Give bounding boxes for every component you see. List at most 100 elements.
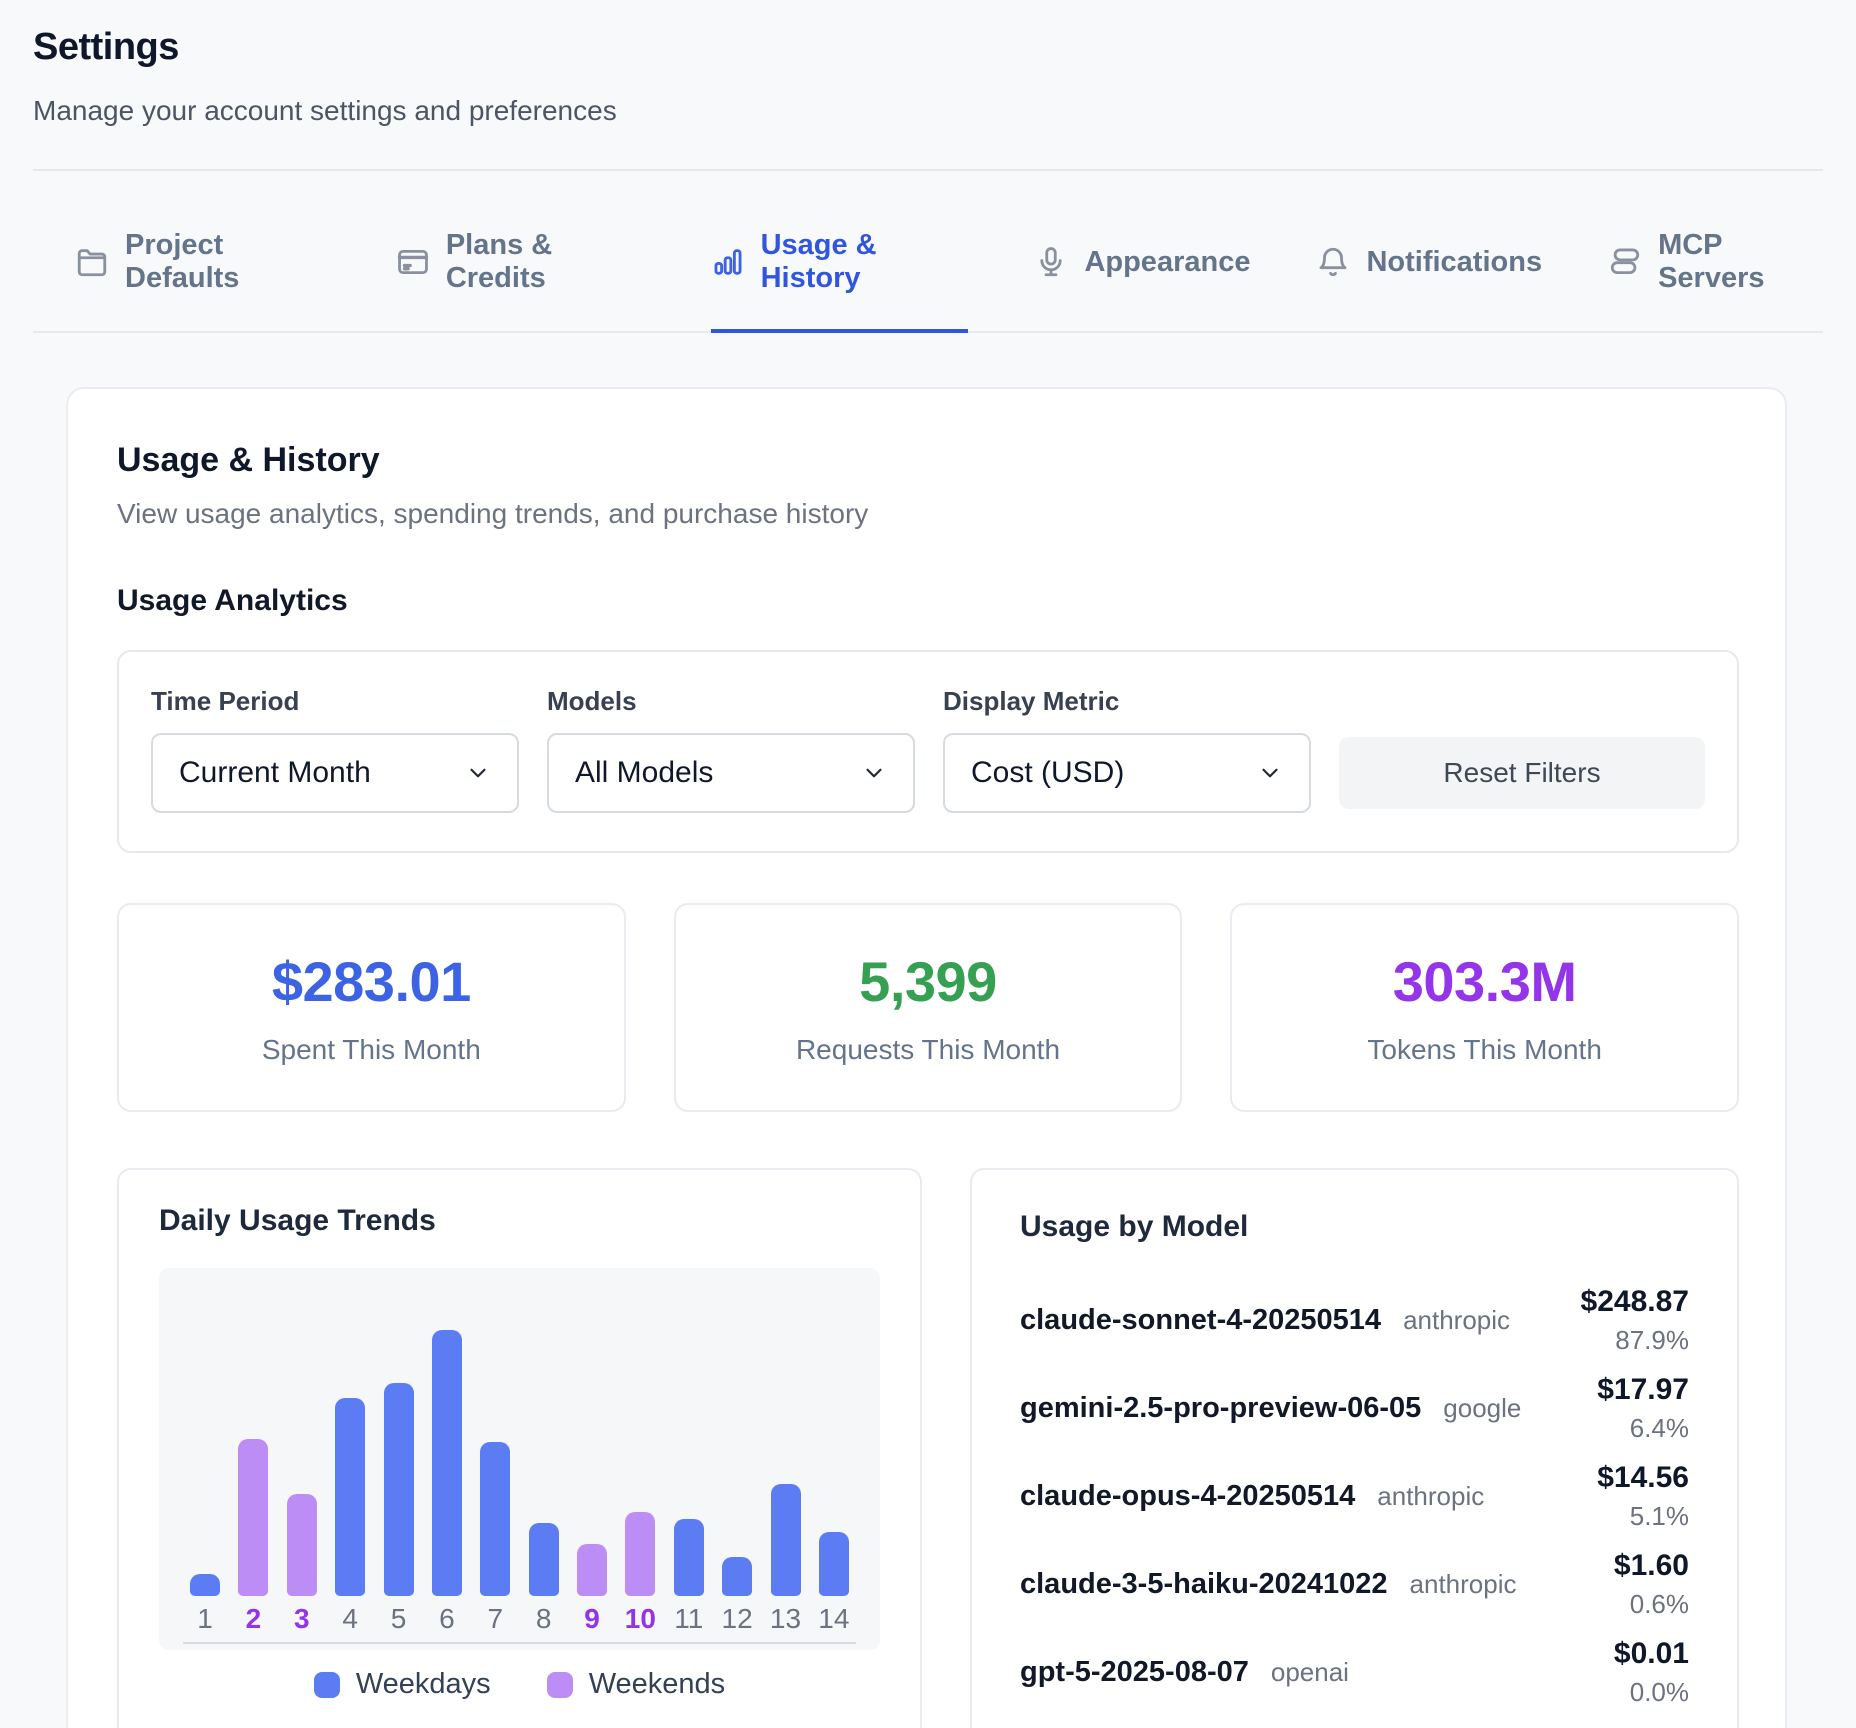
tab-mcp-servers[interactable]: MCP Servers: [1608, 229, 1823, 333]
chart-column-day-10: 10: [616, 1268, 664, 1642]
tab-plans-credits[interactable]: Plans & Credits: [396, 229, 645, 333]
x-axis-tick-label: 12: [722, 1596, 753, 1642]
chart-column-day-7: 7: [471, 1268, 519, 1642]
model-amount: $1.60: [1614, 1549, 1689, 1583]
chart-column-day-14: 14: [810, 1268, 858, 1642]
tab-appearance[interactable]: Appearance: [1034, 229, 1250, 333]
model-usage-row: claude-opus-4-20250514anthropic $14.565.1…: [1020, 1458, 1689, 1534]
chevron-down-icon: [1257, 760, 1283, 786]
stat-card: 5,399 Requests This Month: [674, 903, 1183, 1112]
time-period-select[interactable]: Current Month: [151, 733, 519, 813]
model-provider: anthropic: [1377, 1481, 1484, 1512]
bar-chart-plot: 1234567891011121314: [159, 1268, 880, 1650]
display-metric-filter: Display Metric Cost (USD): [943, 686, 1311, 813]
usage-by-model-title: Usage by Model: [1020, 1210, 1689, 1244]
tab-notifications[interactable]: Notifications: [1316, 229, 1542, 333]
chart-column-day-4: 4: [326, 1268, 374, 1642]
weekday-bar: [529, 1523, 559, 1596]
x-axis-tick-label: 2: [246, 1596, 262, 1642]
legend-label: Weekends: [589, 1668, 726, 1701]
weekday-bar: [335, 1398, 365, 1596]
stat-card: $283.01Spent This Month: [117, 903, 626, 1112]
tab-label: Appearance: [1084, 246, 1250, 279]
weekend-bar: [577, 1544, 607, 1596]
model-name: gemini-2.5-pro-preview-06-05: [1020, 1392, 1421, 1425]
page-title: Settings: [33, 26, 1823, 69]
stat-label: Requests This Month: [796, 1034, 1060, 1066]
chart-column-day-11: 11: [665, 1268, 713, 1642]
x-axis-tick-label: 6: [439, 1596, 455, 1642]
model-usage-row: claude-sonnet-4-20250514anthropic $248.87…: [1020, 1282, 1689, 1358]
legend-label: Weekdays: [356, 1668, 491, 1701]
chart-column-day-6: 6: [423, 1268, 471, 1642]
model-percent: 0.0%: [1614, 1677, 1689, 1708]
models-filter: Models All Models: [547, 686, 915, 813]
model-cost: $1.60 0.6%: [1614, 1549, 1689, 1620]
model-percent: 0.6%: [1614, 1589, 1689, 1620]
tab-label: Plans & Credits: [446, 229, 645, 295]
model-amount: $0.01: [1614, 1637, 1689, 1671]
chart-column-day-8: 8: [520, 1268, 568, 1642]
weekend-bar: [625, 1512, 655, 1596]
stat-cards: $283.01Spent This Month 5,399 Requests Thi…: [117, 903, 1739, 1112]
time-period-label: Time Period: [151, 686, 519, 717]
tab-label: MCP Servers: [1658, 229, 1823, 295]
usage-history-card: Usage & History View usage analytics, sp…: [66, 387, 1787, 1728]
stat-value: 5,399: [859, 949, 997, 1014]
bell-icon: [1316, 245, 1350, 279]
time-period-filter: Time Period Current Month: [151, 686, 519, 813]
usage-by-model-panel: Usage by Model claude-sonnet-4-20250514a…: [970, 1168, 1739, 1728]
chevron-down-icon: [861, 760, 887, 786]
x-axis-tick-label: 13: [770, 1596, 801, 1642]
usage-by-model-rows: claude-sonnet-4-20250514anthropic $248.87…: [1020, 1282, 1689, 1710]
model-cost: $248.8787.9%: [1581, 1285, 1689, 1356]
model-info: claude-3-5-haiku-20241022anthropic: [1020, 1568, 1517, 1601]
weekday-bar: [480, 1442, 510, 1596]
model-info: gemini-2.5-pro-preview-06-05google: [1020, 1392, 1521, 1425]
weekday-bar: [771, 1484, 801, 1596]
chart-legend: Weekdays Weekends: [159, 1668, 880, 1701]
weekday-bar: [384, 1383, 414, 1596]
stat-label: Spent This Month: [262, 1034, 481, 1066]
model-cost: $14.565.1%: [1597, 1461, 1689, 1532]
section-subtitle: View usage analytics, spending trends, a…: [117, 498, 1739, 530]
display-metric-select[interactable]: Cost (USD): [943, 733, 1311, 813]
model-name: gpt-5-2025-08-07: [1020, 1656, 1249, 1689]
weekend-bar: [287, 1494, 317, 1596]
tab-project-defaults[interactable]: Project Defaults: [75, 229, 330, 333]
model-percent: 6.4%: [1597, 1413, 1689, 1444]
model-cost: $17.97 6.4%: [1597, 1373, 1689, 1444]
chart-column-day-13: 13: [762, 1268, 810, 1642]
display-metric-value: Cost (USD): [971, 756, 1124, 790]
settings-page: Settings Manage your account settings an…: [0, 0, 1856, 1728]
x-axis-tick-label: 11: [674, 1596, 703, 1642]
model-info: claude-opus-4-20250514anthropic: [1020, 1480, 1484, 1513]
legend-item-weekends: Weekends: [547, 1668, 726, 1701]
models-select[interactable]: All Models: [547, 733, 915, 813]
chart-column-day-3: 3: [278, 1268, 326, 1642]
model-info: claude-sonnet-4-20250514anthropic: [1020, 1304, 1510, 1337]
legend-item-weekdays: Weekdays: [314, 1668, 491, 1701]
model-percent: 87.9%: [1581, 1325, 1689, 1356]
model-usage-row: gemini-2.5-pro-preview-06-05google $17.97…: [1020, 1370, 1689, 1446]
reset-filters-button[interactable]: Reset Filters: [1339, 737, 1705, 809]
tab-usage-history[interactable]: Usage & History: [711, 229, 969, 333]
model-amount: $17.97: [1597, 1373, 1689, 1407]
bar-chart-icon: [711, 245, 745, 279]
chart-column-day-9: 9: [568, 1268, 616, 1642]
x-axis-tick-label: 9: [584, 1596, 600, 1642]
models-label: Models: [547, 686, 915, 717]
credit-card-icon: [396, 245, 430, 279]
folder-icon: [75, 245, 109, 279]
model-usage-row: gpt-5-2025-08-07openai$0.010.0%: [1020, 1634, 1689, 1710]
x-axis-tick-label: 7: [487, 1596, 503, 1642]
x-axis-tick-label: 3: [294, 1596, 310, 1642]
chart-column-day-5: 5: [375, 1268, 423, 1642]
section-title: Usage & History: [117, 441, 1739, 480]
bar-chart-bars: 1234567891011121314: [181, 1268, 858, 1642]
chevron-down-icon: [465, 760, 491, 786]
chart-column-day-1: 1: [181, 1268, 229, 1642]
weekday-bar: [722, 1557, 752, 1596]
filter-panel: Time Period Current Month Models All Mod…: [117, 650, 1739, 853]
x-axis-tick-label: 1: [197, 1596, 213, 1642]
